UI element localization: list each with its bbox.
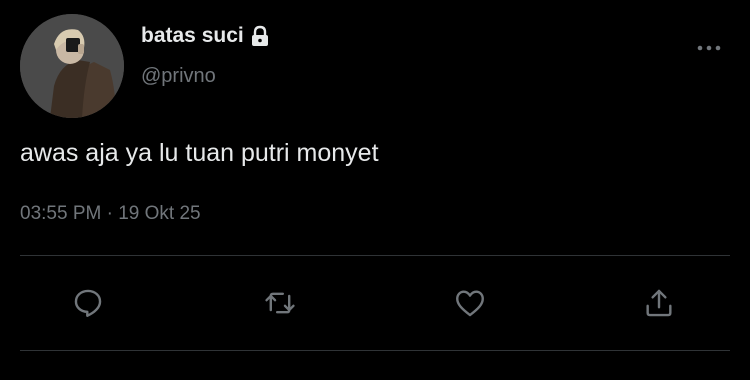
user-handle[interactable]: @privno <box>141 65 216 88</box>
like-button[interactable] <box>452 285 488 321</box>
retweet-icon <box>265 292 295 314</box>
lock-icon <box>250 25 270 47</box>
divider <box>20 350 730 351</box>
reply-button[interactable] <box>70 285 106 321</box>
more-horizontal-icon <box>697 45 721 51</box>
meta-separator: · <box>106 203 113 224</box>
tweet-text: awas aja ya lu tuan putri monyet <box>20 139 379 167</box>
heart-icon <box>456 290 484 317</box>
display-name-row[interactable]: batas suci <box>141 24 270 48</box>
reply-icon <box>74 289 102 317</box>
tweet-metadata: 03:55 PM · 19 Okt 25 <box>20 203 201 225</box>
divider <box>20 255 730 256</box>
retweet-button[interactable] <box>262 285 298 321</box>
tweet-time[interactable]: 03:55 PM <box>20 203 101 224</box>
share-icon <box>646 289 672 317</box>
tweet-date[interactable]: 19 Okt 25 <box>118 203 200 224</box>
more-options-button[interactable] <box>696 38 722 58</box>
display-name[interactable]: batas suci <box>141 24 244 48</box>
avatar[interactable] <box>20 14 124 118</box>
share-button[interactable] <box>641 285 677 321</box>
